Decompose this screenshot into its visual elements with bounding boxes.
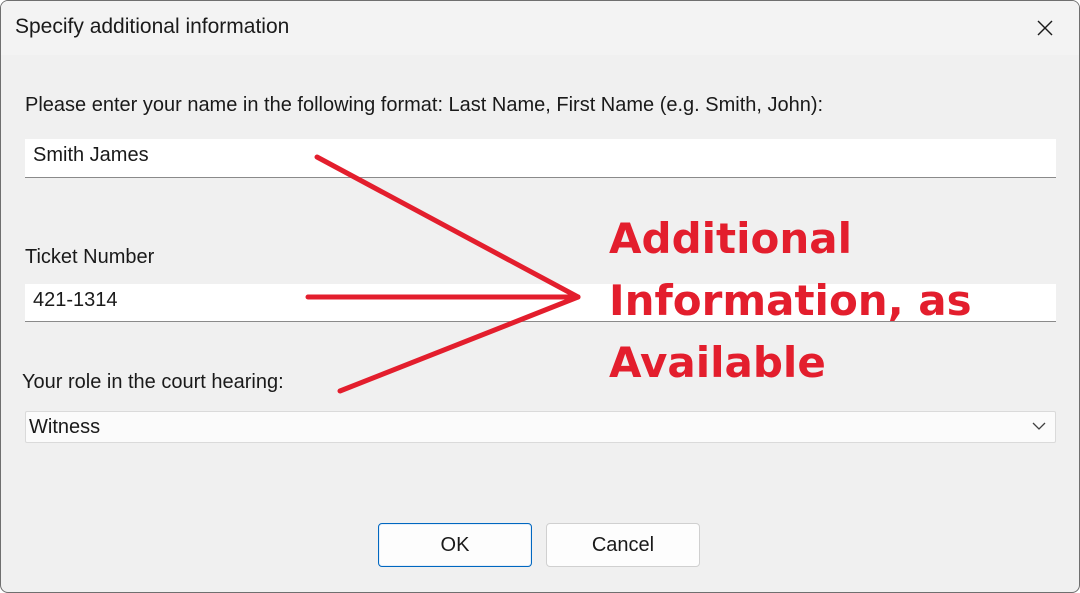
role-select[interactable]: Witness	[25, 411, 1056, 443]
ticket-number-label: Ticket Number	[25, 246, 155, 268]
close-icon	[1037, 20, 1053, 36]
role-select-value: Witness	[29, 416, 101, 438]
chevron-down-icon	[1032, 422, 1046, 430]
title-bar[interactable]: Specify additional information	[1, 1, 1079, 55]
annotation-line: Available	[609, 338, 826, 387]
annotation-line: Additional	[609, 214, 852, 263]
name-input-value: Smith James	[33, 144, 149, 166]
name-input[interactable]: Smith James	[25, 139, 1056, 178]
role-label: Your role in the court hearing:	[22, 371, 284, 393]
cancel-button[interactable]: Cancel	[546, 523, 700, 567]
name-label: Please enter your name in the following …	[25, 94, 824, 116]
ok-button[interactable]: OK	[378, 523, 532, 567]
annotation-line: Information, as	[609, 276, 972, 325]
annotation-text: Additional Information, as Available	[609, 208, 1049, 394]
close-button[interactable]	[1025, 9, 1065, 47]
dialog-title: Specify additional information	[15, 15, 290, 38]
ticket-number-value: 421-1314	[33, 289, 118, 311]
